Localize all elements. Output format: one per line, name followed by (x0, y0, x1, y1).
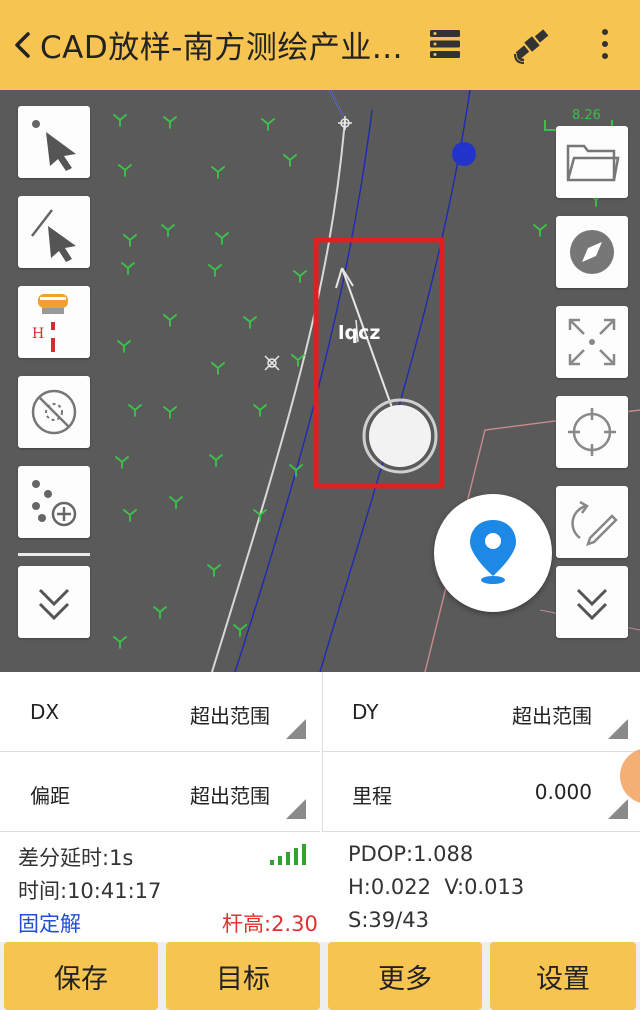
folder-icon (566, 144, 620, 182)
vegetation-symbol (261, 118, 275, 131)
status-panel: 差分延时:1s 时间:10:41:17 固定解 杆高:2.30 PDOP:1.0… (0, 832, 640, 942)
dx-value: 超出范围 (190, 704, 270, 728)
pointer-select-icon (32, 120, 76, 171)
vegetation-symbol (128, 404, 142, 417)
dx-label: DX (30, 700, 60, 724)
gnss-receiver-icon: H (32, 294, 68, 352)
page-title: CAD放样-南方测绘产业... (40, 30, 403, 66)
title-bar: CAD放样-南方测绘产业... (0, 0, 640, 90)
chevron-double-down-icon (38, 588, 70, 621)
vegetation-symbol (293, 270, 307, 283)
vegetation-symbol (289, 464, 303, 477)
vegetation-symbol (211, 362, 225, 375)
vegetation-symbol (123, 234, 137, 247)
vegetation-symbol (161, 224, 175, 237)
signal-bars-icon (270, 844, 306, 865)
location-pin-icon (470, 520, 516, 584)
expand-right-tools-button[interactable] (556, 566, 628, 638)
line-select-icon (31, 209, 76, 262)
vegetation-symbol (153, 606, 167, 619)
vegetation-symbol (117, 340, 131, 353)
vegetation-symbol (253, 404, 267, 417)
vegetation-symbol (121, 262, 135, 275)
hv-precision-text: H:0.022 V:0.013 (348, 875, 525, 899)
fullscreen-icon (568, 318, 616, 366)
target-button[interactable]: 目标 (166, 942, 320, 1010)
map-canvas[interactable]: 8.26 lqcz H (0, 90, 640, 672)
tool-divider (18, 553, 90, 556)
mileage-cell[interactable]: 里程 0.000 (322, 752, 640, 832)
add-points-button[interactable] (18, 466, 90, 538)
pdop-text: PDOP:1.088 (348, 842, 474, 866)
vegetation-symbol (163, 116, 177, 129)
vegetation-symbol (118, 164, 132, 177)
mileage-value: 0.000 (534, 780, 592, 804)
no-target-button[interactable] (18, 376, 90, 448)
chevron-double-down-icon (576, 588, 608, 621)
compass-button[interactable] (556, 216, 628, 288)
vegetation-symbol (243, 316, 257, 329)
list-menu-icon[interactable] (428, 26, 462, 62)
crosshair-icon (568, 408, 616, 456)
satellite-icon[interactable] (512, 24, 552, 64)
vegetation-symbol (163, 406, 177, 419)
svg-text:H: H (32, 326, 44, 342)
vegetation-symbol (115, 456, 129, 469)
scale-label: 8.26 (572, 108, 601, 123)
more-vert-icon[interactable] (596, 26, 614, 62)
offset-value: 超出范围 (190, 784, 270, 808)
more-button[interactable]: 更多 (328, 942, 482, 1010)
dy-value: 超出范围 (512, 704, 592, 728)
fullscreen-button[interactable] (556, 306, 628, 378)
vegetation-symbol (113, 636, 127, 649)
save-button[interactable]: 保存 (4, 942, 158, 1010)
diff-delay-text: 差分延时:1s (18, 846, 134, 870)
vegetation-symbol (169, 496, 183, 509)
vegetation-symbol (123, 509, 137, 522)
expand-left-tools-button[interactable] (18, 566, 90, 638)
vegetation-symbol (253, 509, 267, 522)
dx-cell[interactable]: DX 超出范围 (0, 672, 320, 752)
offset-label: 偏距 (30, 784, 70, 808)
vegetation-symbol (211, 166, 225, 179)
crosshair-button[interactable] (556, 396, 628, 468)
pointer-select-button[interactable] (18, 106, 90, 178)
point-label: lqcz (338, 322, 381, 344)
pole-height-text[interactable]: 杆高:2.30 (222, 908, 318, 938)
vegetation-symbol (215, 232, 229, 245)
compass-icon (570, 230, 614, 274)
offset-cell[interactable]: 偏距 超出范围 (0, 752, 320, 832)
bottom-toolbar: 保存 目标 更多 设置 (0, 942, 640, 1010)
vegetation-symbol (208, 264, 222, 277)
vegetation-symbol (163, 314, 177, 327)
line-select-button[interactable] (18, 196, 90, 268)
dropdown-corner-icon (286, 719, 306, 739)
grid-divider (322, 672, 323, 832)
vegetation-symbol (533, 224, 547, 237)
dy-label: DY (352, 700, 379, 724)
back-icon[interactable] (8, 26, 38, 64)
vegetation-symbol (209, 454, 223, 467)
vegetation-symbol (207, 564, 221, 577)
add-points-icon (32, 480, 77, 527)
satellite-count-text: S:39/43 (348, 908, 429, 932)
settings-button[interactable]: 设置 (490, 942, 636, 1010)
no-target-icon (31, 389, 77, 435)
gnss-receiver-button[interactable]: H (18, 286, 90, 358)
dropdown-corner-icon (608, 799, 628, 819)
locate-button[interactable] (434, 494, 552, 612)
time-text: 时间:10:41:17 (18, 879, 162, 903)
dropdown-corner-icon (286, 799, 306, 819)
rotate-edit-button[interactable] (556, 486, 628, 558)
vegetation-symbol (233, 624, 247, 637)
rotate-edit-icon (571, 500, 618, 546)
vegetation-symbol (113, 114, 127, 127)
solution-status: 固定解 (18, 912, 81, 936)
dy-cell[interactable]: DY 超出范围 (322, 672, 640, 752)
mileage-label: 里程 (352, 784, 392, 808)
stakeout-info-grid: DX 超出范围 DY 超出范围 偏距 超出范围 里程 0.000 (0, 672, 640, 832)
folder-button[interactable] (556, 126, 628, 198)
vegetation-symbol (283, 154, 297, 167)
dropdown-corner-icon (608, 719, 628, 739)
